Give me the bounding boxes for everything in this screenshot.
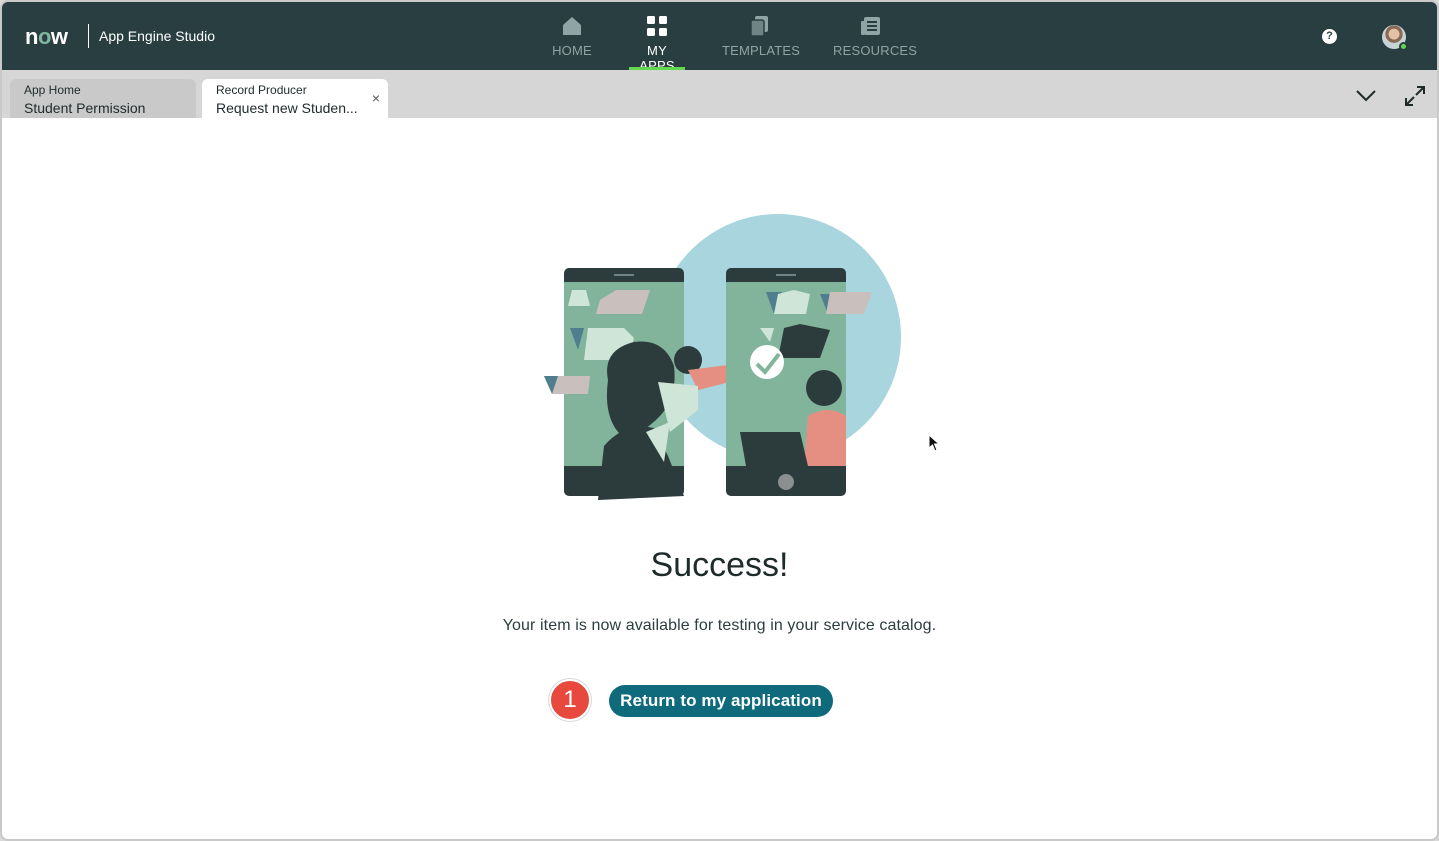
app-window: now App Engine Studio HOME MY APPS TEMPL…: [0, 0, 1439, 841]
close-tab-icon[interactable]: ×: [372, 90, 380, 106]
servicenow-logo[interactable]: now: [25, 24, 68, 50]
tab-strip: App Home Student Permission Record Produ…: [2, 70, 1437, 118]
logo-divider: [88, 24, 89, 48]
chevron-down-icon[interactable]: [1354, 85, 1378, 107]
app-title: App Engine Studio: [99, 28, 215, 44]
nav-home-label: HOME: [552, 43, 592, 58]
step-number-badge: 1: [549, 679, 591, 721]
tab-kicker: App Home: [24, 83, 81, 97]
help-icon[interactable]: ?: [1322, 29, 1337, 44]
nav-my-apps[interactable]: MY APPS: [629, 2, 685, 73]
nav-templates[interactable]: TEMPLATES: [722, 2, 801, 70]
success-illustration: [544, 214, 901, 500]
top-navigation-bar: now App Engine Studio HOME MY APPS TEMPL…: [2, 2, 1437, 73]
nav-resources-label: RESOURCES: [833, 43, 918, 58]
nav-resources[interactable]: RESOURCES: [833, 2, 918, 70]
home-icon: [563, 17, 581, 35]
presence-status-icon: [1399, 42, 1408, 51]
tab-record-producer[interactable]: Record Producer Request new Studen... ×: [202, 79, 388, 118]
tab-title: Request new Studen...: [216, 100, 358, 116]
templates-icon: [750, 16, 768, 37]
tab-kicker: Record Producer: [216, 83, 307, 97]
resources-icon: [861, 17, 880, 35]
apps-grid-icon: [647, 16, 667, 36]
success-message: Your item is now available for testing i…: [502, 617, 937, 634]
nav-home[interactable]: HOME: [549, 2, 595, 70]
tab-app-home[interactable]: App Home Student Permission: [10, 79, 196, 118]
user-avatar[interactable]: [1382, 25, 1408, 51]
nav-templates-label: TEMPLATES: [722, 43, 801, 58]
return-to-application-button[interactable]: Return to my application: [609, 685, 833, 717]
mouse-cursor-icon: [928, 434, 940, 452]
expand-icon[interactable]: [1403, 84, 1427, 108]
tab-title: Student Permission: [24, 100, 146, 116]
success-headline: Success!: [650, 546, 789, 584]
